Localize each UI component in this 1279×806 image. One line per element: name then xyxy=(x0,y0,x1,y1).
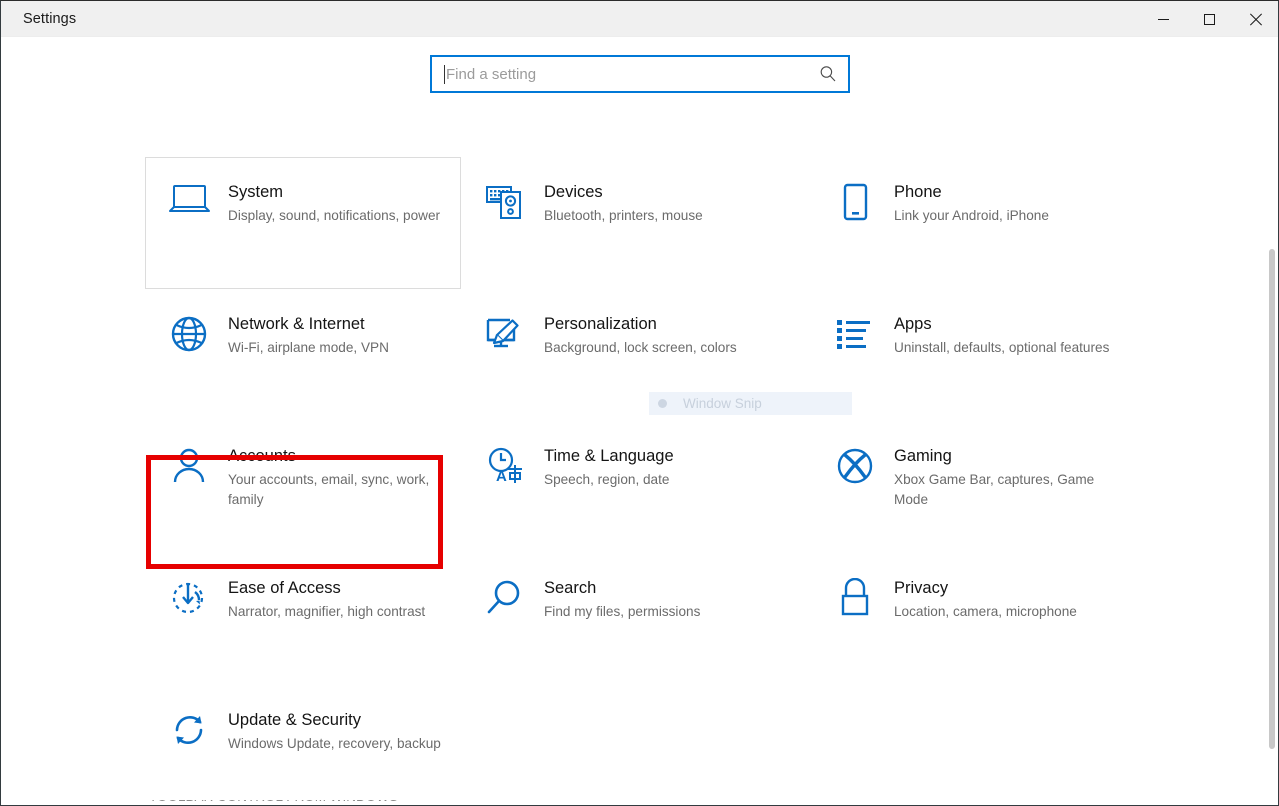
close-icon xyxy=(1249,13,1262,26)
globe-icon xyxy=(168,312,228,364)
tile-title: Privacy xyxy=(894,577,1077,599)
ease-of-access-icon xyxy=(168,576,228,628)
tile-text: Apps Uninstall, defaults, optional featu… xyxy=(894,312,1109,358)
tile-subtitle: Narrator, magnifier, high contrast xyxy=(228,602,425,622)
tile-text: Phone Link your Android, iPhone xyxy=(894,180,1049,226)
minimize-icon xyxy=(1158,19,1169,20)
tile-title: Ease of Access xyxy=(228,577,425,599)
window-snip-overlay: Window Snip xyxy=(649,392,852,415)
window-snip-label: Window Snip xyxy=(683,396,762,411)
tile-title: Update & Security xyxy=(228,709,441,731)
text-caret xyxy=(444,65,445,84)
tile-text: Network & Internet Wi-Fi, airplane mode,… xyxy=(228,312,389,358)
xbox-icon xyxy=(834,444,894,496)
maximize-button[interactable] xyxy=(1186,1,1232,37)
refresh-icon xyxy=(168,708,228,760)
search-box[interactable] xyxy=(430,55,850,93)
tile-subtitle: Wi-Fi, airplane mode, VPN xyxy=(228,338,389,358)
tile-text: Time & Language Speech, region, date xyxy=(544,444,674,490)
tile-subtitle: Xbox Game Bar, captures, Game Mode xyxy=(894,470,1126,510)
keyboard-printer-icon xyxy=(484,180,544,232)
search-icon[interactable] xyxy=(818,64,838,84)
tile-title: Network & Internet xyxy=(228,313,389,335)
tile-subtitle: Your accounts, email, sync, work, family xyxy=(228,470,446,510)
tile-subtitle: Location, camera, microphone xyxy=(894,602,1077,622)
snip-bullet-icon xyxy=(658,399,667,408)
tile-title: Gaming xyxy=(894,445,1126,467)
tile-title: System xyxy=(228,181,440,203)
bottom-clipped-strip: TOOLBAR CONTROL FROM WINDOWS xyxy=(1,800,1279,805)
tile-subtitle: Display, sound, notifications, power xyxy=(228,206,440,226)
window-controls xyxy=(1140,1,1278,37)
settings-tile-grid: System Display, sound, notifications, po… xyxy=(145,157,1205,806)
svg-text:A: A xyxy=(496,468,507,485)
tile-gaming[interactable]: Gaming Xbox Game Bar, captures, Game Mod… xyxy=(811,421,1161,553)
laptop-icon xyxy=(168,180,228,232)
tile-text: Ease of Access Narrator, magnifier, high… xyxy=(228,576,425,622)
settings-window: Settings xyxy=(0,0,1279,806)
tile-system[interactable]: System Display, sound, notifications, po… xyxy=(145,157,461,289)
tile-search[interactable]: Search Find my files, permissions xyxy=(461,553,811,685)
app-list-icon xyxy=(834,312,894,364)
tile-privacy[interactable]: Privacy Location, camera, microphone xyxy=(811,553,1161,685)
person-icon xyxy=(168,444,228,496)
tile-ease-of-access[interactable]: Ease of Access Narrator, magnifier, high… xyxy=(145,553,461,685)
tile-subtitle: Speech, region, date xyxy=(544,470,674,490)
tile-text: Gaming Xbox Game Bar, captures, Game Mod… xyxy=(894,444,1126,510)
tile-update-security[interactable]: Update & Security Windows Update, recove… xyxy=(145,685,461,806)
tile-text: System Display, sound, notifications, po… xyxy=(228,180,440,226)
tile-title: Phone xyxy=(894,181,1049,203)
tile-title: Search xyxy=(544,577,700,599)
window-title: Settings xyxy=(23,11,76,27)
tile-title: Time & Language xyxy=(544,445,674,467)
maximize-icon xyxy=(1204,14,1215,25)
vertical-scrollbar[interactable] xyxy=(1266,37,1278,805)
scrollbar-thumb[interactable] xyxy=(1269,249,1275,749)
bottom-clipped-text: TOOLBAR CONTROL FROM WINDOWS xyxy=(149,800,398,804)
tile-accounts[interactable]: Accounts Your accounts, email, sync, wor… xyxy=(145,421,461,553)
tile-text: Privacy Location, camera, microphone xyxy=(894,576,1077,622)
tile-subtitle: Find my files, permissions xyxy=(544,602,700,622)
tile-subtitle: Background, lock screen, colors xyxy=(544,338,737,358)
tile-phone[interactable]: Phone Link your Android, iPhone xyxy=(811,157,1161,289)
title-bar: Settings xyxy=(1,1,1278,37)
settings-content: System Display, sound, notifications, po… xyxy=(1,37,1278,805)
clock-language-icon: A xyxy=(484,444,544,496)
search-container xyxy=(430,55,850,93)
minimize-button[interactable] xyxy=(1140,1,1186,37)
lock-icon xyxy=(834,576,894,628)
tile-title: Personalization xyxy=(544,313,737,335)
tile-subtitle: Link your Android, iPhone xyxy=(894,206,1049,226)
tile-network-internet[interactable]: Network & Internet Wi-Fi, airplane mode,… xyxy=(145,289,461,421)
tile-subtitle: Uninstall, defaults, optional features xyxy=(894,338,1109,358)
tile-title: Accounts xyxy=(228,445,446,467)
tile-text: Devices Bluetooth, printers, mouse xyxy=(544,180,703,226)
tile-subtitle: Bluetooth, printers, mouse xyxy=(544,206,703,226)
tile-text: Accounts Your accounts, email, sync, wor… xyxy=(228,444,446,510)
tile-apps[interactable]: Apps Uninstall, defaults, optional featu… xyxy=(811,289,1161,421)
search-input[interactable] xyxy=(446,66,818,83)
tile-subtitle: Windows Update, recovery, backup xyxy=(228,734,441,754)
phone-icon xyxy=(834,180,894,232)
tile-title: Apps xyxy=(894,313,1109,335)
paintbrush-monitor-icon xyxy=(484,312,544,364)
tile-time-language[interactable]: A Time & Language Speech, region, date xyxy=(461,421,811,553)
tile-text: Personalization Background, lock screen,… xyxy=(544,312,737,358)
tile-text: Search Find my files, permissions xyxy=(544,576,700,622)
magnifier-icon xyxy=(484,576,544,628)
close-button[interactable] xyxy=(1232,1,1278,37)
tile-devices[interactable]: Devices Bluetooth, printers, mouse xyxy=(461,157,811,289)
tile-title: Devices xyxy=(544,181,703,203)
tile-text: Update & Security Windows Update, recove… xyxy=(228,708,441,754)
